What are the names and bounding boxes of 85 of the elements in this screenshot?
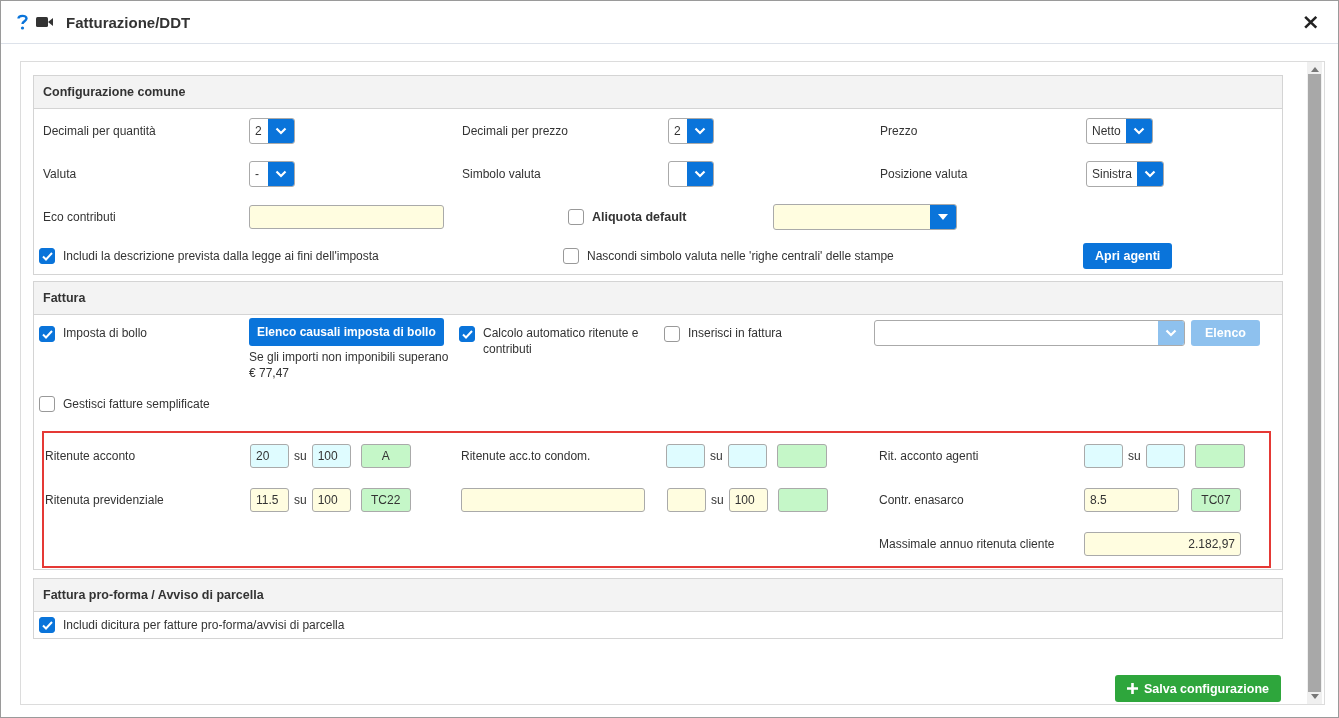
checkbox-label: Aliquota default bbox=[592, 209, 687, 224]
open-agents-button[interactable]: Apri agenti bbox=[1083, 243, 1173, 269]
select-field[interactable] bbox=[874, 320, 1185, 346]
panel-title: Fattura bbox=[34, 282, 1282, 315]
checkbox[interactable] bbox=[459, 326, 475, 342]
caret-down-icon bbox=[938, 213, 948, 220]
field-label: Decimali per prezzo bbox=[462, 123, 570, 138]
input-field[interactable]: 100 bbox=[728, 488, 768, 512]
checkbox-label: Imposta di bollo bbox=[63, 326, 148, 340]
select-field[interactable] bbox=[668, 160, 714, 187]
checkbox-label: Includi dicitura per fatture pro-forma/avvisi di parcella bbox=[63, 618, 345, 632]
checkbox[interactable] bbox=[568, 208, 584, 225]
field-label: Ritenuta previdenziale bbox=[45, 493, 165, 507]
checkbox[interactable] bbox=[563, 248, 579, 264]
chevron-down-icon bbox=[1165, 329, 1177, 337]
separator-text: su bbox=[711, 493, 724, 507]
input-field[interactable] bbox=[461, 488, 645, 512]
plus-icon bbox=[1126, 683, 1138, 694]
checkbox-label: Nascondi simbolo valuta nelle 'righe centrali' delle stampe bbox=[587, 249, 894, 263]
input-field[interactable] bbox=[667, 488, 706, 512]
input-field[interactable] bbox=[666, 444, 705, 468]
field-label: Posizione valuta bbox=[880, 166, 969, 181]
scrollbar-thumb[interactable] bbox=[1308, 74, 1321, 692]
chevron-down-icon bbox=[275, 169, 287, 178]
note-text: Se gli importi non imponibili superano € 77,47 bbox=[249, 349, 449, 381]
chevron-down-icon bbox=[1144, 169, 1156, 178]
field-label: Simbolo valuta bbox=[462, 166, 542, 181]
checkbox[interactable] bbox=[39, 396, 55, 412]
separator-text: su bbox=[1128, 449, 1141, 463]
input-field[interactable]: 100 bbox=[311, 488, 351, 512]
field-label: Eco contributi bbox=[43, 209, 117, 224]
input-field[interactable] bbox=[249, 204, 444, 229]
select-field[interactable]: 2 bbox=[668, 117, 714, 144]
input-field[interactable]: 20 bbox=[250, 444, 289, 468]
help-icon[interactable] bbox=[17, 14, 28, 30]
input-field[interactable] bbox=[1145, 444, 1185, 468]
separator-text: su bbox=[710, 449, 723, 463]
chevron-down-icon bbox=[275, 126, 287, 135]
separator-text: su bbox=[294, 449, 307, 463]
checkbox[interactable] bbox=[39, 326, 55, 342]
checkbox-label: Calcolo automatico ritenute e contributi bbox=[483, 325, 640, 357]
field-label: Contr. enasarco bbox=[879, 493, 965, 507]
field-label: Decimali per quantità bbox=[43, 123, 157, 138]
code-field[interactable] bbox=[776, 444, 827, 468]
field-label: Valuta bbox=[43, 166, 78, 181]
input-field[interactable]: 2.182,97 bbox=[1084, 532, 1241, 556]
separator-text: su bbox=[294, 493, 307, 507]
scroll-up-icon[interactable] bbox=[1310, 67, 1319, 72]
select-field[interactable]: 2 bbox=[249, 117, 295, 144]
input-field[interactable] bbox=[1084, 444, 1123, 468]
select-field[interactable]: Sinistra bbox=[1086, 160, 1164, 187]
select-field[interactable]: - bbox=[249, 160, 295, 187]
code-field[interactable] bbox=[777, 488, 828, 512]
input-field[interactable]: 100 bbox=[311, 444, 351, 468]
close-button[interactable]: × bbox=[1297, 11, 1324, 33]
code-field[interactable]: TC07 bbox=[1191, 488, 1241, 512]
checkbox-label: Includi la descrizione prevista dalla legge ai fini dell'imposta bbox=[63, 249, 379, 263]
input-field[interactable]: 8.5 bbox=[1084, 488, 1179, 512]
video-camera-icon[interactable] bbox=[36, 16, 54, 28]
checkbox[interactable] bbox=[39, 617, 55, 633]
checkbox-label: Inserisci in fattura bbox=[688, 326, 783, 340]
chevron-down-icon bbox=[694, 126, 706, 135]
field-label: Massimale annuo ritenuta cliente bbox=[879, 537, 1056, 551]
field-label: Prezzo bbox=[880, 123, 919, 138]
field-label: Ritenute acconto bbox=[45, 449, 137, 463]
input-field[interactable] bbox=[727, 444, 767, 468]
field-label: Ritenute acc.to condom. bbox=[461, 449, 592, 463]
select-field[interactable]: Netto bbox=[1086, 117, 1153, 144]
code-field[interactable] bbox=[1194, 444, 1245, 468]
stamp-duty-list-button[interactable]: Elenco causali imposta di bollo bbox=[249, 318, 444, 346]
select-field[interactable] bbox=[773, 203, 957, 230]
checkbox[interactable] bbox=[39, 248, 55, 264]
field-label: Rit. acconto agenti bbox=[879, 449, 980, 463]
panel-title: Fattura pro-forma / Avviso di parcella bbox=[34, 579, 1282, 612]
checkbox[interactable] bbox=[664, 326, 680, 342]
code-field[interactable]: TC22 bbox=[360, 488, 411, 512]
checkbox-label: Gestisci fatture semplificate bbox=[63, 397, 210, 411]
panel-title: Configurazione comune bbox=[34, 76, 1282, 109]
chevron-down-icon bbox=[1132, 126, 1145, 135]
scroll-down-icon[interactable] bbox=[1310, 694, 1319, 699]
chevron-down-icon bbox=[694, 169, 706, 178]
code-field[interactable]: A bbox=[360, 444, 411, 468]
input-field[interactable]: 11.5 bbox=[250, 488, 289, 512]
scrollbar[interactable] bbox=[1307, 62, 1322, 704]
window-title: Fatturazione/DDT bbox=[66, 13, 192, 31]
